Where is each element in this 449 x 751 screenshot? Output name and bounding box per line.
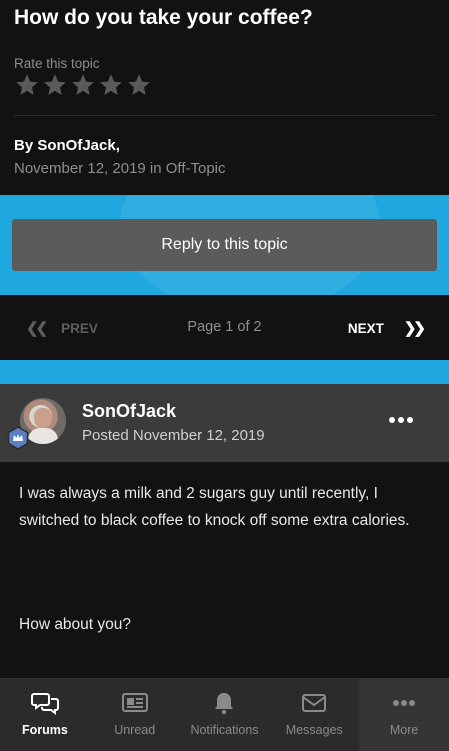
tab-unread[interactable]: Unread (90, 679, 180, 751)
post-paragraph: I was always a milk and 2 sugars guy unt… (19, 485, 410, 529)
dot (407, 417, 413, 423)
bottom-tab-bar: Forums Unread Notifications Messages Mor… (0, 678, 449, 751)
tab-messages[interactable]: Messages (269, 679, 359, 751)
next-button[interactable]: NEXT ❯❯ (347, 319, 426, 337)
divider (14, 115, 435, 116)
dot (389, 417, 395, 423)
bell-icon (215, 693, 234, 715)
post-author[interactable]: SonOfJack (82, 401, 176, 422)
post-date: Posted November 12, 2019 (82, 427, 265, 444)
star-icon[interactable] (98, 72, 124, 98)
post-body: I was always a milk and 2 sugars guy unt… (0, 462, 449, 678)
tab-notifications[interactable]: Notifications (180, 679, 270, 751)
page-title: How do you take your coffee? (14, 6, 313, 29)
dot (398, 417, 404, 423)
tab-label: Unread (114, 723, 156, 737)
pagination: ❮❮ PREV Page 1 of 2 NEXT ❯❯ (0, 295, 449, 360)
rank-badge-icon (7, 426, 29, 450)
star-icon[interactable] (70, 72, 96, 98)
avatar-shirt (28, 428, 58, 444)
tab-more[interactable]: More (359, 679, 449, 751)
topic-meta: November 12, 2019 in Off-Topic (14, 160, 226, 177)
more-dots-icon (393, 700, 416, 706)
forums-icon (30, 693, 59, 715)
forum-link[interactable]: Off-Topic (166, 160, 226, 177)
more-options-icon[interactable] (389, 417, 413, 423)
double-chevron-right-icon: ❯❯ (403, 320, 426, 337)
tab-label: More (389, 723, 419, 737)
topic-date: November 12, 2019 in (14, 160, 166, 177)
star-icon[interactable] (14, 72, 40, 98)
unread-icon (121, 693, 148, 712)
next-label: NEXT (347, 320, 384, 336)
rate-label: Rate this topic (14, 56, 100, 71)
tab-label: Forums (21, 723, 68, 737)
star-rating[interactable] (14, 72, 152, 98)
avatar-face (34, 408, 52, 428)
accent-strip (0, 360, 449, 384)
envelope-icon (302, 694, 327, 712)
tab-label: Notifications (190, 723, 259, 737)
topic-header: How do you take your coffee? Rate this t… (0, 0, 449, 195)
reply-band: Reply to this topic (0, 195, 449, 295)
author-byline[interactable]: By SonOfJack, (14, 137, 120, 154)
post-header: SonOfJack Posted November 12, 2019 (0, 384, 449, 462)
tab-label: Messages (285, 723, 343, 737)
tab-forums[interactable]: Forums (0, 679, 90, 751)
post-paragraph: How about you? (19, 616, 132, 633)
star-icon[interactable] (42, 72, 68, 98)
reply-button[interactable]: Reply to this topic (12, 219, 437, 271)
star-icon[interactable] (126, 72, 152, 98)
